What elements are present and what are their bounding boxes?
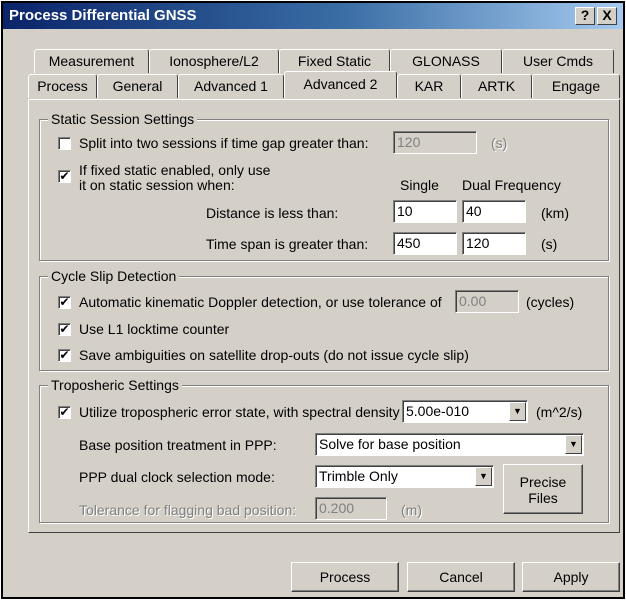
fixed-static-checkbox[interactable]: ✔ xyxy=(58,170,71,183)
spectral-density-value: 5.00e-010 xyxy=(406,403,470,419)
tropospheric-label: Utilize tropospheric error state, with s… xyxy=(79,404,400,420)
cycle-slip-legend: Cycle Slip Detection xyxy=(48,268,180,284)
distance-dual-input[interactable]: 40 xyxy=(462,200,526,223)
chevron-down-icon[interactable]: ▼ xyxy=(475,467,492,486)
doppler-tolerance-input: 0.00 xyxy=(455,290,519,313)
tab-glonass[interactable]: GLONASS xyxy=(390,49,502,73)
spectral-density-unit: (m^2/s) xyxy=(536,404,583,420)
timespan-single-input[interactable]: 450 xyxy=(393,232,457,255)
split-gap-input: 120 xyxy=(393,131,477,154)
precise-files-line1: Precise xyxy=(519,474,567,490)
save-ambiguities-checkbox[interactable]: ✔ xyxy=(58,349,71,362)
dual-frequency-column-header: Dual Frequency xyxy=(462,177,561,193)
tab-artk[interactable]: ARTK xyxy=(461,74,532,98)
precise-files-line2: Files xyxy=(528,490,558,506)
tropospheric-checkbox[interactable]: ✔ xyxy=(58,406,71,419)
spectral-density-select[interactable]: 5.00e-010 ▼ xyxy=(402,400,528,423)
fixed-static-label-line1: If fixed static enabled, only use xyxy=(79,162,271,178)
window-title: Process Differential GNSS xyxy=(9,7,197,24)
process-button[interactable]: Process xyxy=(291,562,399,592)
base-position-value: Solve for base position xyxy=(319,436,461,452)
static-session-legend: Static Session Settings xyxy=(48,111,198,127)
split-sessions-label: Split into two sessions if time gap grea… xyxy=(79,135,369,151)
split-gap-unit: (s) xyxy=(491,135,508,151)
chevron-down-icon[interactable]: ▼ xyxy=(509,402,526,421)
doppler-checkbox[interactable]: ✔ xyxy=(58,296,71,309)
tab-user-cmds[interactable]: User Cmds xyxy=(502,49,614,73)
distance-single-input[interactable]: 10 xyxy=(393,200,457,223)
distance-unit: (km) xyxy=(541,205,569,221)
tab-measurement[interactable]: Measurement xyxy=(34,49,149,73)
single-column-header: Single xyxy=(400,177,439,193)
doppler-label: Automatic kinematic Doppler detection, o… xyxy=(79,294,442,310)
base-position-select[interactable]: Solve for base position ▼ xyxy=(315,433,584,456)
clock-mode-select[interactable]: Trimble Only ▼ xyxy=(315,465,494,488)
tolerance-label: Tolerance for flagging bad position: xyxy=(79,502,297,518)
save-ambiguities-label: Save ambiguities on satellite drop-outs … xyxy=(79,347,469,363)
split-sessions-checkbox[interactable] xyxy=(58,137,71,150)
help-button[interactable]: ? xyxy=(575,7,595,25)
cancel-button[interactable]: Cancel xyxy=(407,562,515,592)
dialog-window: Process Differential GNSS ? X Measuremen… xyxy=(1,1,625,599)
tab-ionosphere-l2[interactable]: Ionosphere/L2 xyxy=(149,49,279,73)
timespan-unit: (s) xyxy=(541,236,558,252)
clock-mode-value: Trimble Only xyxy=(319,468,398,484)
tab-general[interactable]: General xyxy=(97,74,178,98)
base-position-label: Base position treatment in PPP: xyxy=(79,437,277,453)
title-bar: Process Differential GNSS ? X xyxy=(3,3,623,29)
apply-button[interactable]: Apply xyxy=(522,562,620,592)
tab-fixed-static[interactable]: Fixed Static xyxy=(279,49,390,73)
doppler-unit: (cycles) xyxy=(526,294,575,310)
tab-process[interactable]: Process xyxy=(28,74,97,98)
tolerance-unit: (m) xyxy=(401,502,422,518)
tab-kar[interactable]: KAR xyxy=(397,74,461,98)
tolerance-input: 0.200 xyxy=(315,497,387,520)
timespan-dual-input[interactable]: 120 xyxy=(462,232,526,255)
precise-files-button[interactable]: Precise Files xyxy=(503,464,583,514)
locktime-label: Use L1 locktime counter xyxy=(79,321,230,337)
chevron-down-icon[interactable]: ▼ xyxy=(565,435,582,454)
tab-advanced-1[interactable]: Advanced 1 xyxy=(178,74,284,98)
timespan-label: Time span is greater than: xyxy=(206,236,369,252)
distance-label: Distance is less than: xyxy=(206,205,339,221)
tab-engage[interactable]: Engage xyxy=(532,74,620,98)
tab-advanced-2[interactable]: Advanced 2 xyxy=(284,71,397,98)
locktime-checkbox[interactable]: ✔ xyxy=(58,323,71,336)
fixed-static-label-line2: it on static session when: xyxy=(79,177,235,193)
tropospheric-legend: Troposheric Settings xyxy=(48,377,182,393)
close-button[interactable]: X xyxy=(597,7,617,25)
clock-mode-label: PPP dual clock selection mode: xyxy=(79,469,275,485)
